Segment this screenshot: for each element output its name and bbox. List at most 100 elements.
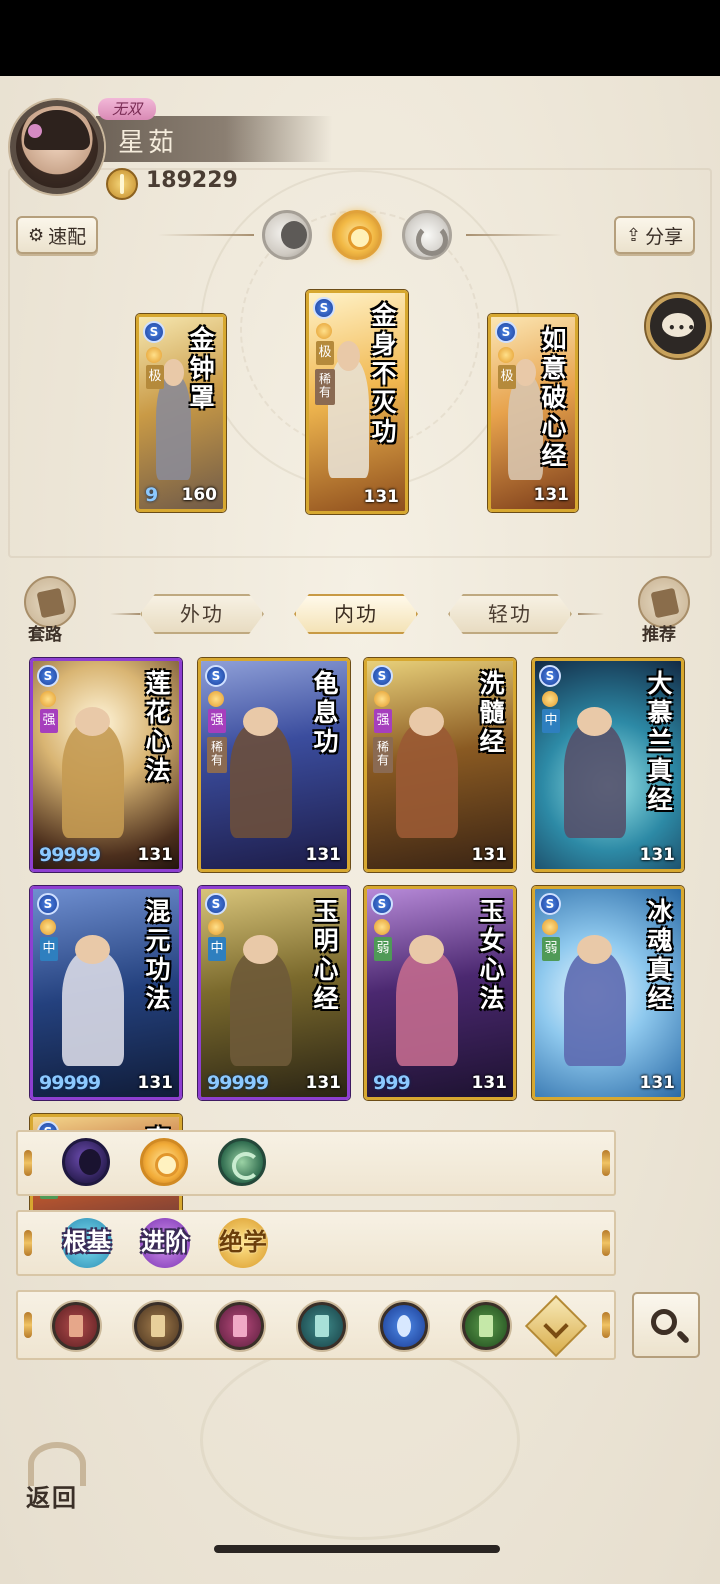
sun-filter-icon[interactable] xyxy=(140,1138,188,1186)
sect-icon: S xyxy=(37,665,59,687)
sword-sect-icon[interactable] xyxy=(52,1302,100,1350)
panel-knob xyxy=(24,1230,32,1256)
search-button[interactable] xyxy=(632,1292,700,1358)
sun-icon xyxy=(542,919,558,935)
blade-sect-icon[interactable] xyxy=(134,1302,182,1350)
back-button[interactable]: 返回 xyxy=(20,1440,94,1512)
chat-button[interactable]: ••• xyxy=(646,294,710,358)
panel-knob xyxy=(24,1150,32,1176)
skill-card[interactable]: S 强 莲花心法 99999 131 xyxy=(30,658,182,872)
search-icon xyxy=(651,1309,677,1335)
skill-card[interactable]: S 中 玉明心经 99999 131 xyxy=(198,886,350,1100)
panel-knob xyxy=(24,1312,32,1338)
tier-label: 弱 xyxy=(542,937,560,961)
hand-glyph xyxy=(650,587,680,619)
card-name: 玉明心经 xyxy=(313,897,339,1013)
skill-card[interactable]: S 弱 冰魂真经 131 xyxy=(532,886,684,1100)
chat-icon: ••• xyxy=(668,321,698,335)
skill-card[interactable]: S 强 稀有 龟息功 131 xyxy=(198,658,350,872)
sun-icon xyxy=(40,691,56,707)
card-figure-head xyxy=(75,706,111,736)
card-figure xyxy=(230,951,292,1066)
sect-icon: S xyxy=(143,321,165,343)
sect-icon: S xyxy=(539,893,561,915)
card-level: 131 xyxy=(137,1073,174,1093)
moon-mode-icon[interactable] xyxy=(262,210,312,260)
card-level: 160 xyxy=(181,485,218,505)
skill-card[interactable]: S 强 稀有 洗髓经 131 xyxy=(364,658,516,872)
sun-mode-icon[interactable] xyxy=(332,210,382,260)
card-dots: 99999 xyxy=(39,1072,101,1094)
card-level: 131 xyxy=(639,1073,676,1093)
sword-glyph xyxy=(69,1315,83,1337)
card-level: 131 xyxy=(639,845,676,865)
card-dots: 9 xyxy=(145,484,158,506)
fan-glyph xyxy=(315,1315,329,1337)
tab-internal[interactable]: 内功 xyxy=(294,594,418,634)
tab-lightness[interactable]: 轻功 xyxy=(448,594,572,634)
tier-label: 强 xyxy=(40,709,58,733)
skill-card[interactable]: S 中 大慕兰真经 131 xyxy=(532,658,684,872)
player-name: 星茹 xyxy=(118,128,179,158)
card-figure xyxy=(155,374,192,481)
back-label: 返回 xyxy=(26,1483,78,1512)
sect-icon: S xyxy=(371,665,393,687)
quick-config-button[interactable]: ⚙ 速配 xyxy=(16,216,99,254)
quick-config-label: 速配 xyxy=(48,225,87,248)
share-button[interactable]: ⇪ 分享 xyxy=(614,216,696,254)
card-figure xyxy=(62,951,124,1066)
home-indicator[interactable] xyxy=(214,1545,500,1553)
sun-icon xyxy=(374,919,390,935)
fist-glyph xyxy=(233,1315,247,1337)
card-figure xyxy=(396,723,458,838)
taiji-sect-icon[interactable] xyxy=(380,1302,428,1350)
equipped-card[interactable]: S 极 金钟罩 9 160 xyxy=(136,314,226,512)
card-figure-head xyxy=(163,359,184,387)
card-level: 131 xyxy=(471,1073,508,1093)
card-figure xyxy=(564,951,626,1066)
card-figure-head xyxy=(515,359,536,387)
blade-glyph xyxy=(151,1315,165,1337)
filter-ultimate[interactable]: 绝学 xyxy=(218,1218,268,1268)
fan-sect-icon[interactable] xyxy=(298,1302,346,1350)
card-name: 混元功法 xyxy=(145,897,171,1013)
card-name: 金钟罩 xyxy=(189,325,215,412)
equipped-card[interactable]: S 极 稀有 金身不灭功 131 xyxy=(306,290,408,514)
avatar[interactable] xyxy=(10,100,104,194)
ring-filter-icon[interactable] xyxy=(218,1138,266,1186)
sect-icon: S xyxy=(539,665,561,687)
rarity-label: 稀有 xyxy=(315,369,335,405)
skill-card[interactable]: S 弱 玉女心法 999 131 xyxy=(364,886,516,1100)
avatar-flower xyxy=(28,124,42,138)
card-level: 131 xyxy=(471,845,508,865)
skill-card[interactable]: S 中 混元功法 99999 131 xyxy=(30,886,182,1100)
filter-advanced[interactable]: 进阶 xyxy=(140,1218,190,1268)
fist-sect-icon[interactable] xyxy=(216,1302,264,1350)
sun-icon xyxy=(498,347,514,363)
panel-knob xyxy=(602,1312,610,1338)
power-value: 189229 xyxy=(146,168,238,193)
tier-label: 中 xyxy=(542,709,560,733)
tab-external[interactable]: 外功 xyxy=(140,594,264,634)
card-level: 131 xyxy=(363,487,400,507)
card-figure-head xyxy=(336,340,360,372)
card-name: 如意破心经 xyxy=(541,325,567,470)
moon-filter-icon[interactable] xyxy=(62,1138,110,1186)
card-name: 金身不灭功 xyxy=(371,301,397,446)
card-level: 131 xyxy=(305,1073,342,1093)
power-icon xyxy=(106,168,138,200)
card-figure xyxy=(507,374,544,481)
card-figure-head xyxy=(577,706,613,736)
card-figure xyxy=(396,951,458,1066)
palm-sect-icon[interactable] xyxy=(462,1302,510,1350)
equipped-card[interactable]: S 极 如意破心经 131 xyxy=(488,314,578,512)
filter-basic[interactable]: 根基 xyxy=(62,1218,112,1268)
rarity-label: 稀有 xyxy=(207,737,227,773)
card-dots: 999 xyxy=(373,1072,411,1094)
tier-label: 中 xyxy=(208,937,226,961)
ring-mode-icon[interactable] xyxy=(402,210,452,260)
tier-label: 强 xyxy=(208,709,226,733)
share-icon: ⇪ xyxy=(626,224,642,246)
rarity-label: 稀有 xyxy=(373,737,393,773)
card-dots: 99999 xyxy=(39,844,101,866)
